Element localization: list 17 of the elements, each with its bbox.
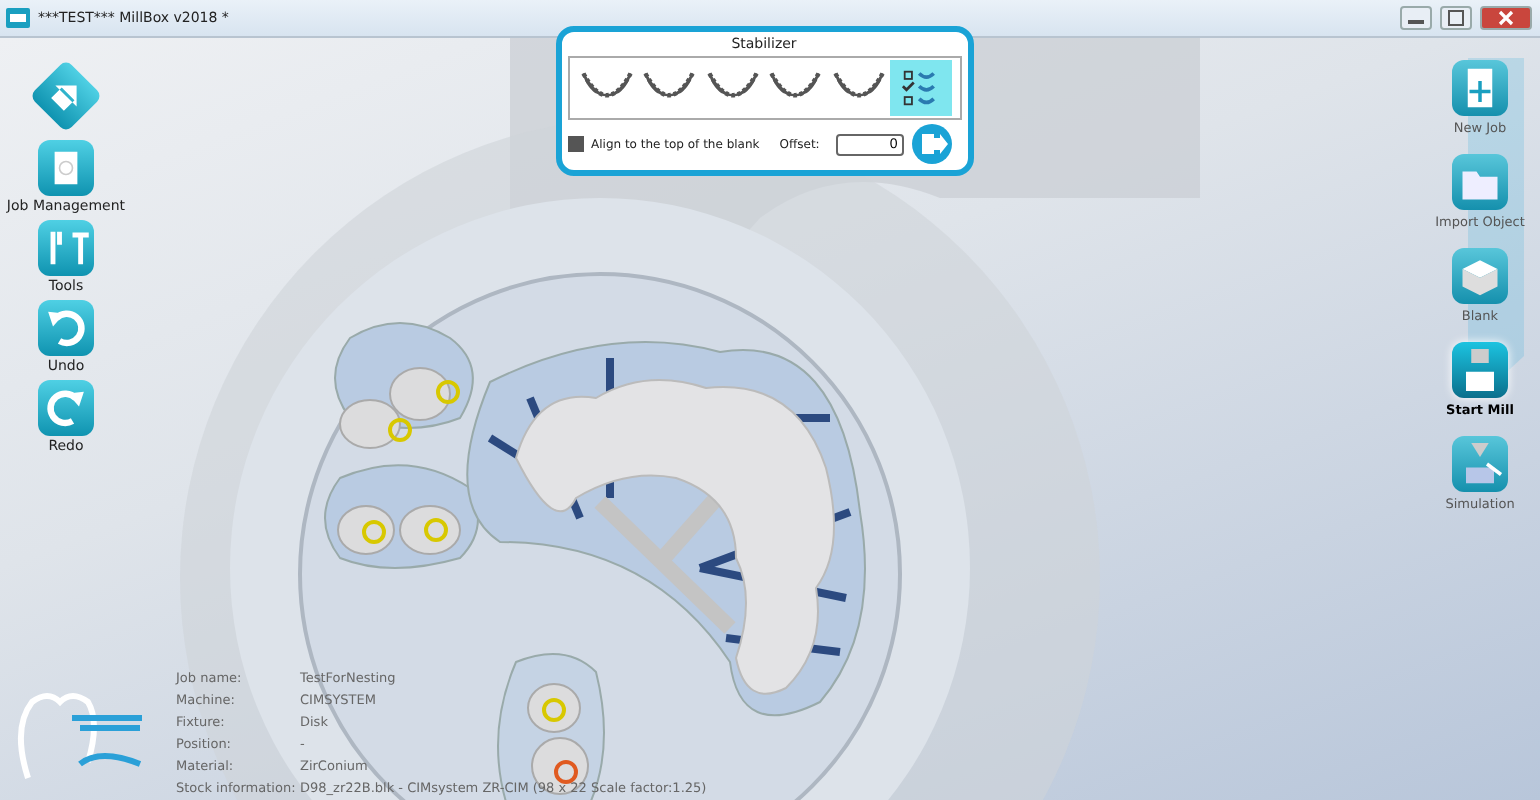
- block-icon: [1452, 248, 1508, 304]
- new-document-icon: [1452, 60, 1508, 116]
- crown-pair-drawing: [334, 322, 474, 449]
- checkbox[interactable]: [567, 136, 583, 152]
- folder-icon: [1452, 154, 1508, 210]
- restore-icon: [1448, 10, 1464, 26]
- close-icon: [1498, 10, 1514, 26]
- restore-button[interactable]: [1440, 6, 1472, 30]
- tools-icon: [38, 220, 94, 276]
- app-icon: [6, 8, 30, 28]
- document-icon: [37, 140, 94, 196]
- minimize-button[interactable]: [1400, 6, 1432, 30]
- exit-icon[interactable]: [911, 124, 952, 164]
- stabilizer-option[interactable]: [890, 60, 953, 116]
- close-button[interactable]: [1480, 6, 1532, 30]
- redo-icon: [38, 380, 94, 436]
- undo-icon: [38, 300, 94, 356]
